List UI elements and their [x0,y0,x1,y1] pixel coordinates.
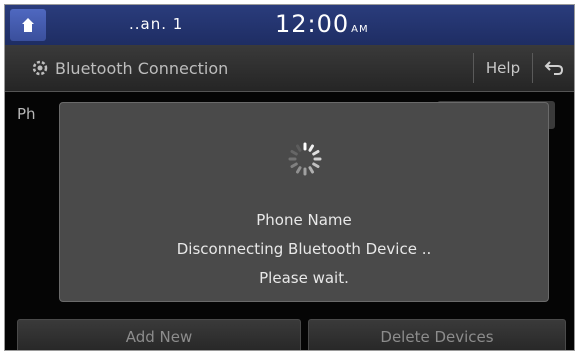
header-bar: Bluetooth Connection Help [5,45,574,92]
page-title: Bluetooth Connection [55,59,229,78]
home-icon [22,18,34,32]
clock-time: 12:00 [275,10,350,38]
help-label: Help [485,59,521,77]
delete-devices-button[interactable]: Delete Devices [308,319,566,350]
clock: 12:00 AM [275,10,369,38]
help-button[interactable]: Help [473,53,533,83]
screen-frame: ..an. 1 12:00 AM Bluetooth Connection Hel… [4,4,575,351]
loading-spinner-icon [288,142,322,176]
popup-message: Disconnecting Bluetooth Device .. [176,240,432,258]
popup-device-name: Phone Name [256,211,352,229]
signal-indicator: ..an. 1 [129,15,184,33]
status-bar: ..an. 1 12:00 AM [5,5,574,45]
disconnect-popup: Phone Name Disconnecting Bluetooth Devic… [59,102,549,302]
clock-ampm: AM [351,24,369,35]
popup-wait-text: Please wait. [259,269,349,287]
device-list-label: Ph [17,105,36,123]
delete-devices-label: Delete Devices [380,328,494,346]
back-arrow-icon [544,61,564,75]
add-new-button[interactable]: Add New [17,319,301,350]
bluetooth-settings-icon [32,60,48,76]
back-button[interactable] [537,53,571,83]
add-new-label: Add New [125,328,193,346]
home-button[interactable] [10,9,46,41]
